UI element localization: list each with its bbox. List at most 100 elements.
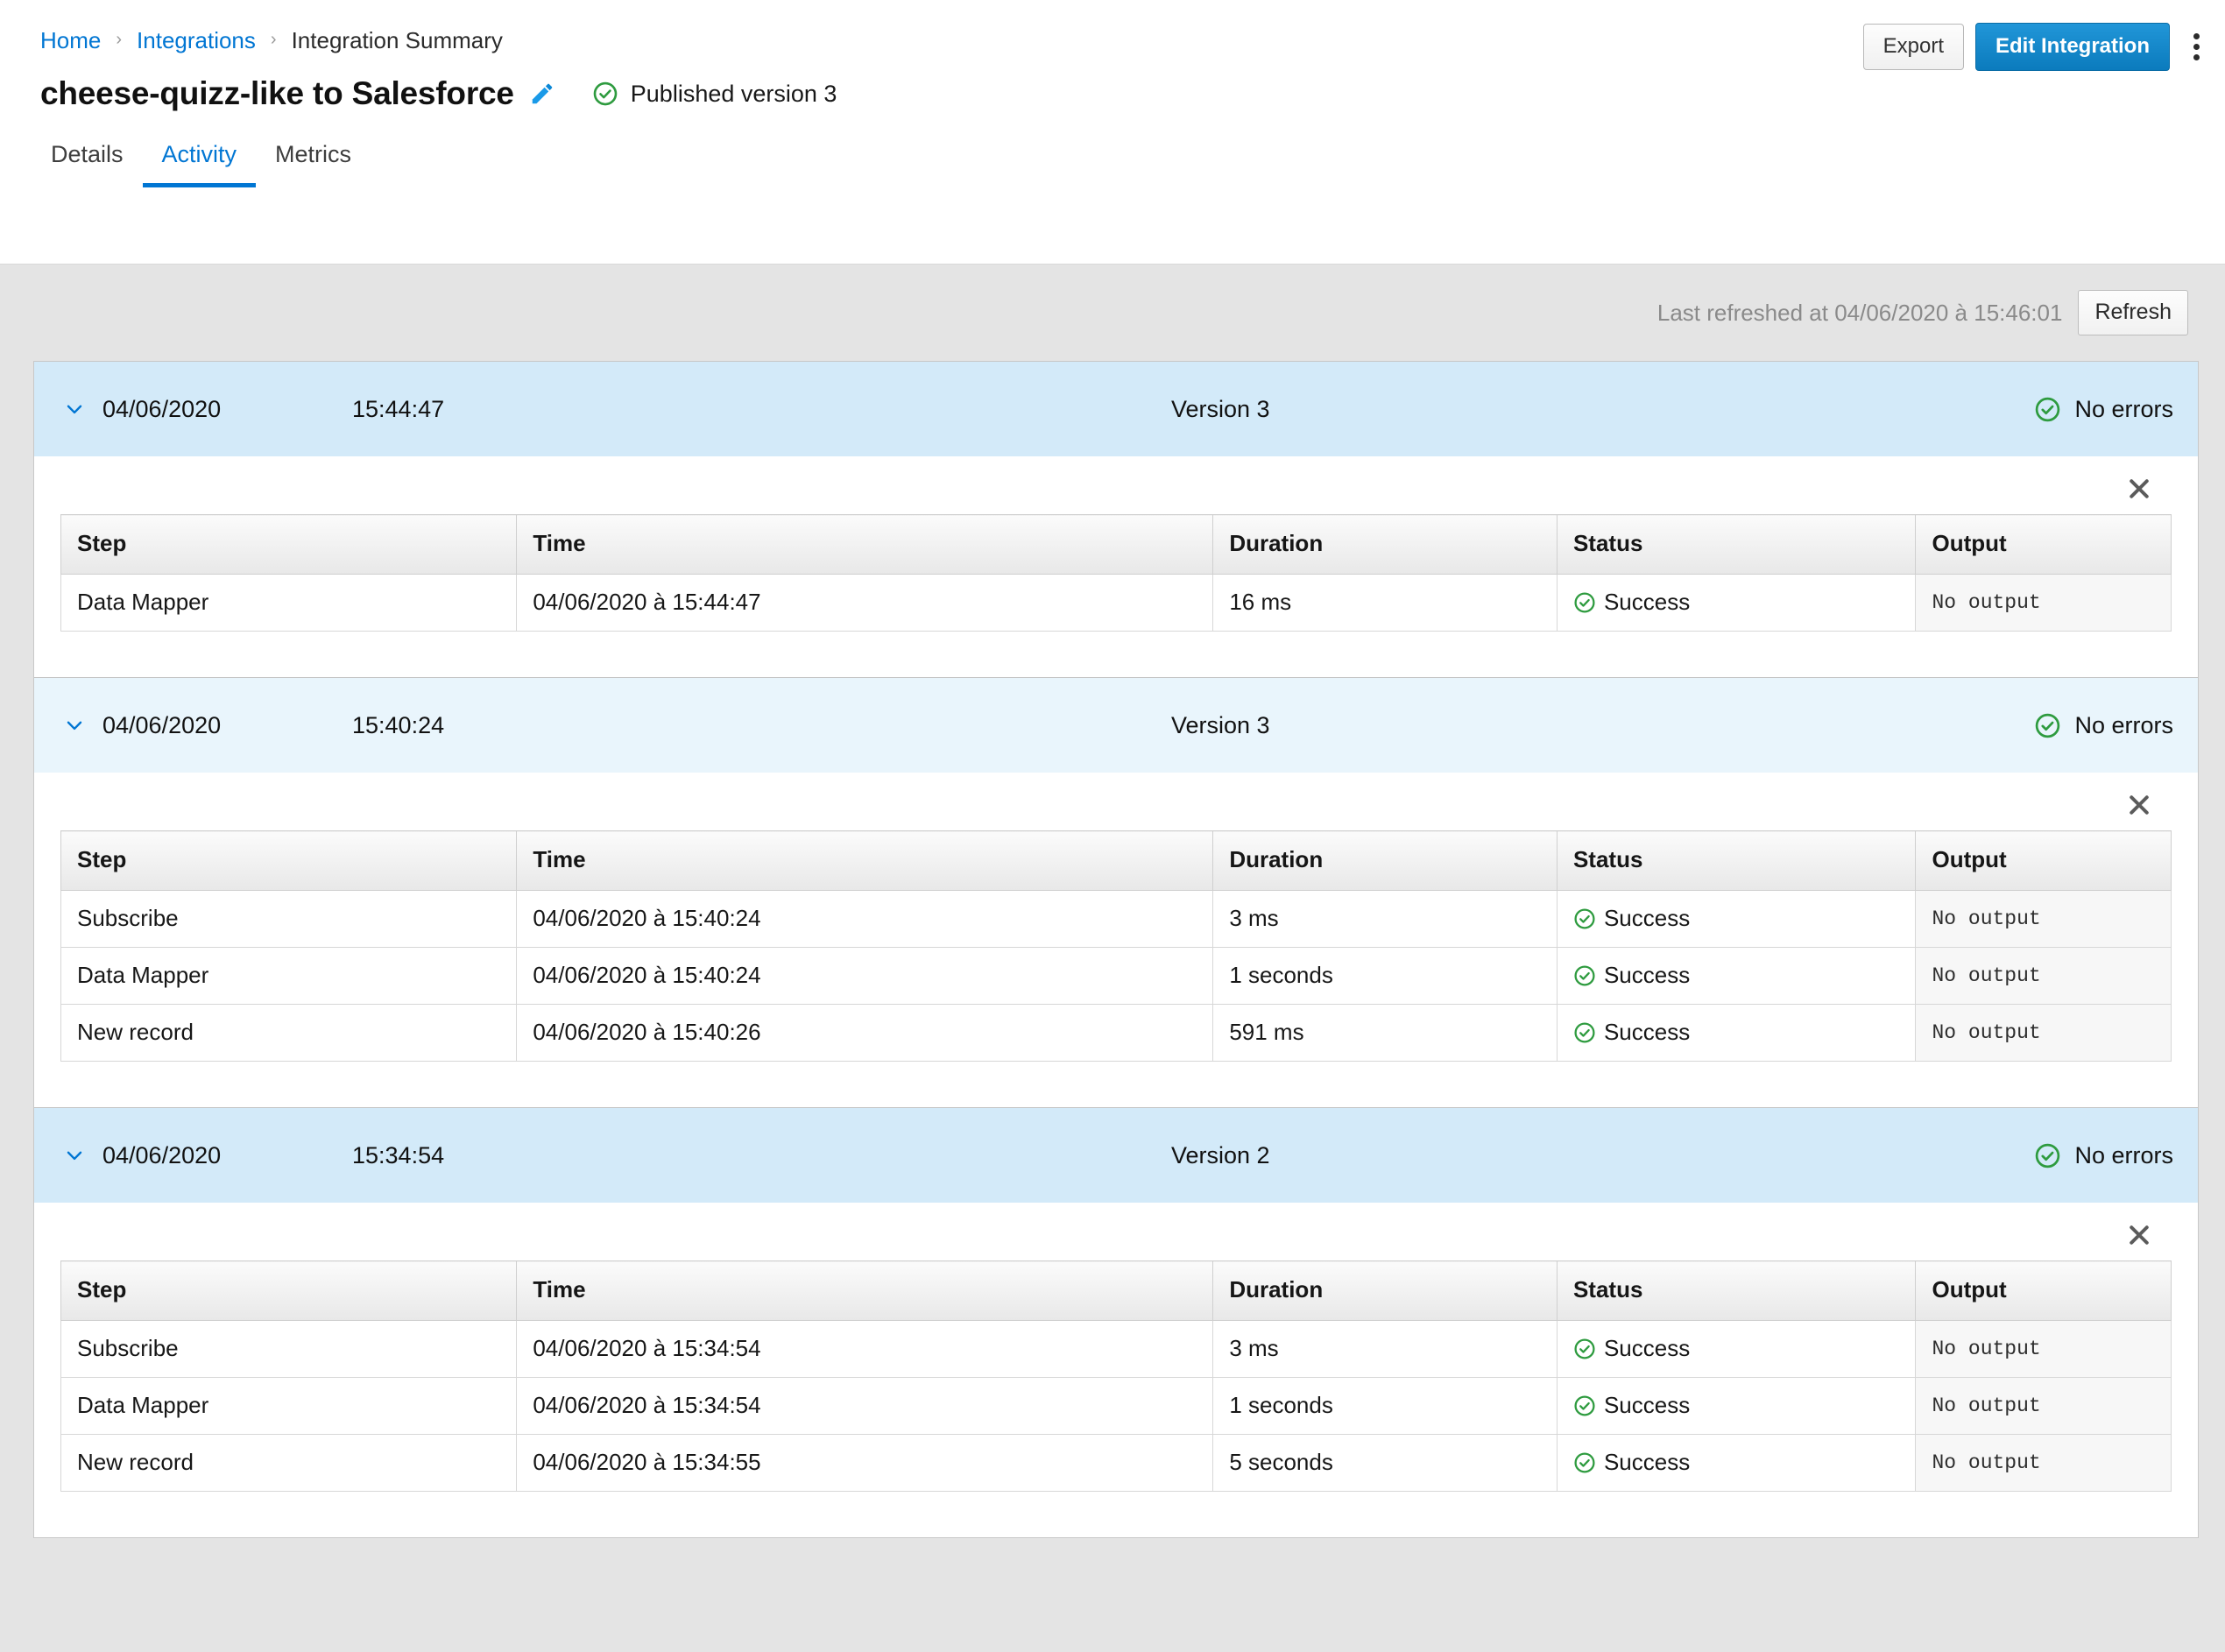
status-label: Success (1604, 1335, 1690, 1362)
column-header-status: Status (1557, 831, 1916, 891)
cell-step: Data Mapper (61, 948, 517, 1005)
kebab-dot (2193, 54, 2200, 60)
activity-version: Version 3 (1171, 396, 1270, 423)
cell-output: No output (1916, 891, 2172, 948)
activity-row-header[interactable]: 04/06/202015:44:47Version 3No errors (34, 362, 2198, 456)
status-label: Success (1604, 962, 1690, 989)
breadcrumb-separator: › (116, 31, 122, 48)
activity-error-label: No errors (2074, 1142, 2173, 1169)
status-badge: Success (1573, 905, 1916, 932)
chevron-down-icon[interactable] (46, 1144, 102, 1167)
activity-version: Version 3 (1171, 712, 1270, 739)
cell-time: 04/06/2020 à 15:34:55 (517, 1435, 1213, 1492)
cell-output: No output (1916, 1005, 2172, 1062)
status-label: Success (1604, 1392, 1690, 1419)
column-header-time: Time (517, 515, 1213, 575)
export-button[interactable]: Export (1863, 24, 1964, 70)
cell-time: 04/06/2020 à 15:40:26 (517, 1005, 1213, 1062)
chevron-down-icon[interactable] (46, 714, 102, 737)
cell-output: No output (1916, 575, 2172, 632)
breadcrumb-item-integration-summary: Integration Summary (292, 27, 503, 54)
column-header-step: Step (61, 831, 517, 891)
cell-step: Subscribe (61, 1321, 517, 1378)
cell-time: 04/06/2020 à 15:40:24 (517, 948, 1213, 1005)
breadcrumb-item-home[interactable]: Home (40, 27, 101, 54)
status-label: Success (1604, 1449, 1690, 1476)
status-label: Success (1604, 1019, 1690, 1046)
column-header-status: Status (1557, 1261, 1916, 1321)
activity-date: 04/06/2020 (102, 712, 269, 739)
cell-duration: 5 seconds (1213, 1435, 1558, 1492)
check-circle-icon (2034, 396, 2061, 423)
activity-error-status: No errors (2034, 396, 2173, 423)
tab-activity[interactable]: Activity (143, 141, 257, 187)
pencil-icon[interactable] (529, 81, 555, 107)
cell-step: Data Mapper (61, 1378, 517, 1435)
edit-integration-button[interactable]: Edit Integration (1975, 23, 2170, 71)
activity-error-label: No errors (2074, 712, 2173, 739)
column-header-output: Output (1916, 1261, 2172, 1321)
close-icon[interactable] (2126, 476, 2152, 502)
tab-details[interactable]: Details (32, 141, 143, 187)
status-label: Success (1604, 589, 1690, 616)
status-badge: Success (1573, 589, 1916, 616)
table-header-row: StepTimeDurationStatusOutput (61, 831, 2172, 891)
activity-detail-panel: StepTimeDurationStatusOutputSubscribe04/… (34, 1203, 2198, 1537)
check-circle-icon (2034, 1142, 2061, 1169)
column-header-output: Output (1916, 831, 2172, 891)
column-header-status: Status (1557, 515, 1916, 575)
cell-step: New record (61, 1005, 517, 1062)
cell-time: 04/06/2020 à 15:44:47 (517, 575, 1213, 632)
table-row: Data Mapper04/06/2020 à 15:34:541 second… (61, 1378, 2172, 1435)
activity-error-status: No errors (2034, 712, 2173, 739)
activity-date: 04/06/2020 (102, 396, 269, 423)
steps-table: StepTimeDurationStatusOutputSubscribe04/… (60, 1260, 2172, 1492)
check-circle-icon (1573, 1451, 1596, 1474)
published-status: Published version 3 (592, 81, 837, 108)
cell-time: 04/06/2020 à 15:34:54 (517, 1378, 1213, 1435)
activity-time: 15:40:24 (352, 712, 444, 739)
table-row: Data Mapper04/06/2020 à 15:40:241 second… (61, 948, 2172, 1005)
more-vertical-icon[interactable] (2185, 27, 2207, 67)
status-badge: Success (1573, 1449, 1916, 1476)
tab-bar: DetailsActivityMetrics (0, 114, 2225, 187)
close-icon[interactable] (2126, 792, 2152, 818)
cell-duration: 3 ms (1213, 1321, 1558, 1378)
activity-section: 04/06/202015:34:54Version 2No errors Step… (34, 1108, 2198, 1537)
breadcrumb-item-integrations[interactable]: Integrations (137, 27, 256, 54)
close-icon[interactable] (2126, 1222, 2152, 1248)
status-badge: Success (1573, 1335, 1916, 1362)
status-badge: Success (1573, 1392, 1916, 1419)
column-header-time: Time (517, 831, 1213, 891)
close-row (60, 1203, 2172, 1260)
check-circle-icon (1573, 1021, 1596, 1044)
cell-time: 04/06/2020 à 15:40:24 (517, 891, 1213, 948)
table-row: New record04/06/2020 à 15:34:555 seconds… (61, 1435, 2172, 1492)
column-header-time: Time (517, 1261, 1213, 1321)
refresh-button[interactable]: Refresh (2078, 290, 2188, 335)
tab-metrics[interactable]: Metrics (256, 141, 371, 187)
cell-status: Success (1557, 891, 1916, 948)
activity-detail-panel: StepTimeDurationStatusOutputData Mapper0… (34, 456, 2198, 677)
cell-step: New record (61, 1435, 517, 1492)
cell-duration: 591 ms (1213, 1005, 1558, 1062)
status-label: Success (1604, 905, 1690, 932)
check-circle-icon (1573, 1394, 1596, 1417)
cell-status: Success (1557, 575, 1916, 632)
table-header-row: StepTimeDurationStatusOutput (61, 515, 2172, 575)
table-header-row: StepTimeDurationStatusOutput (61, 1261, 2172, 1321)
status-badge: Success (1573, 962, 1916, 989)
page-title: cheese-quizz-like to Salesforce (40, 75, 514, 112)
table-row: Data Mapper04/06/2020 à 15:44:4716 msSuc… (61, 575, 2172, 632)
kebab-dot (2193, 33, 2200, 39)
activity-time: 15:34:54 (352, 1142, 444, 1169)
check-circle-icon (1573, 591, 1596, 614)
cell-output: No output (1916, 1378, 2172, 1435)
activity-row-header[interactable]: 04/06/202015:34:54Version 2No errors (34, 1108, 2198, 1203)
kebab-dot (2193, 44, 2200, 50)
published-version-label: Published version 3 (631, 81, 837, 108)
chevron-down-icon[interactable] (46, 398, 102, 420)
activity-row-header[interactable]: 04/06/2020 15:40:24 Version 3 No errors (34, 678, 2198, 773)
check-circle-icon (592, 81, 618, 107)
cell-duration: 1 seconds (1213, 948, 1558, 1005)
